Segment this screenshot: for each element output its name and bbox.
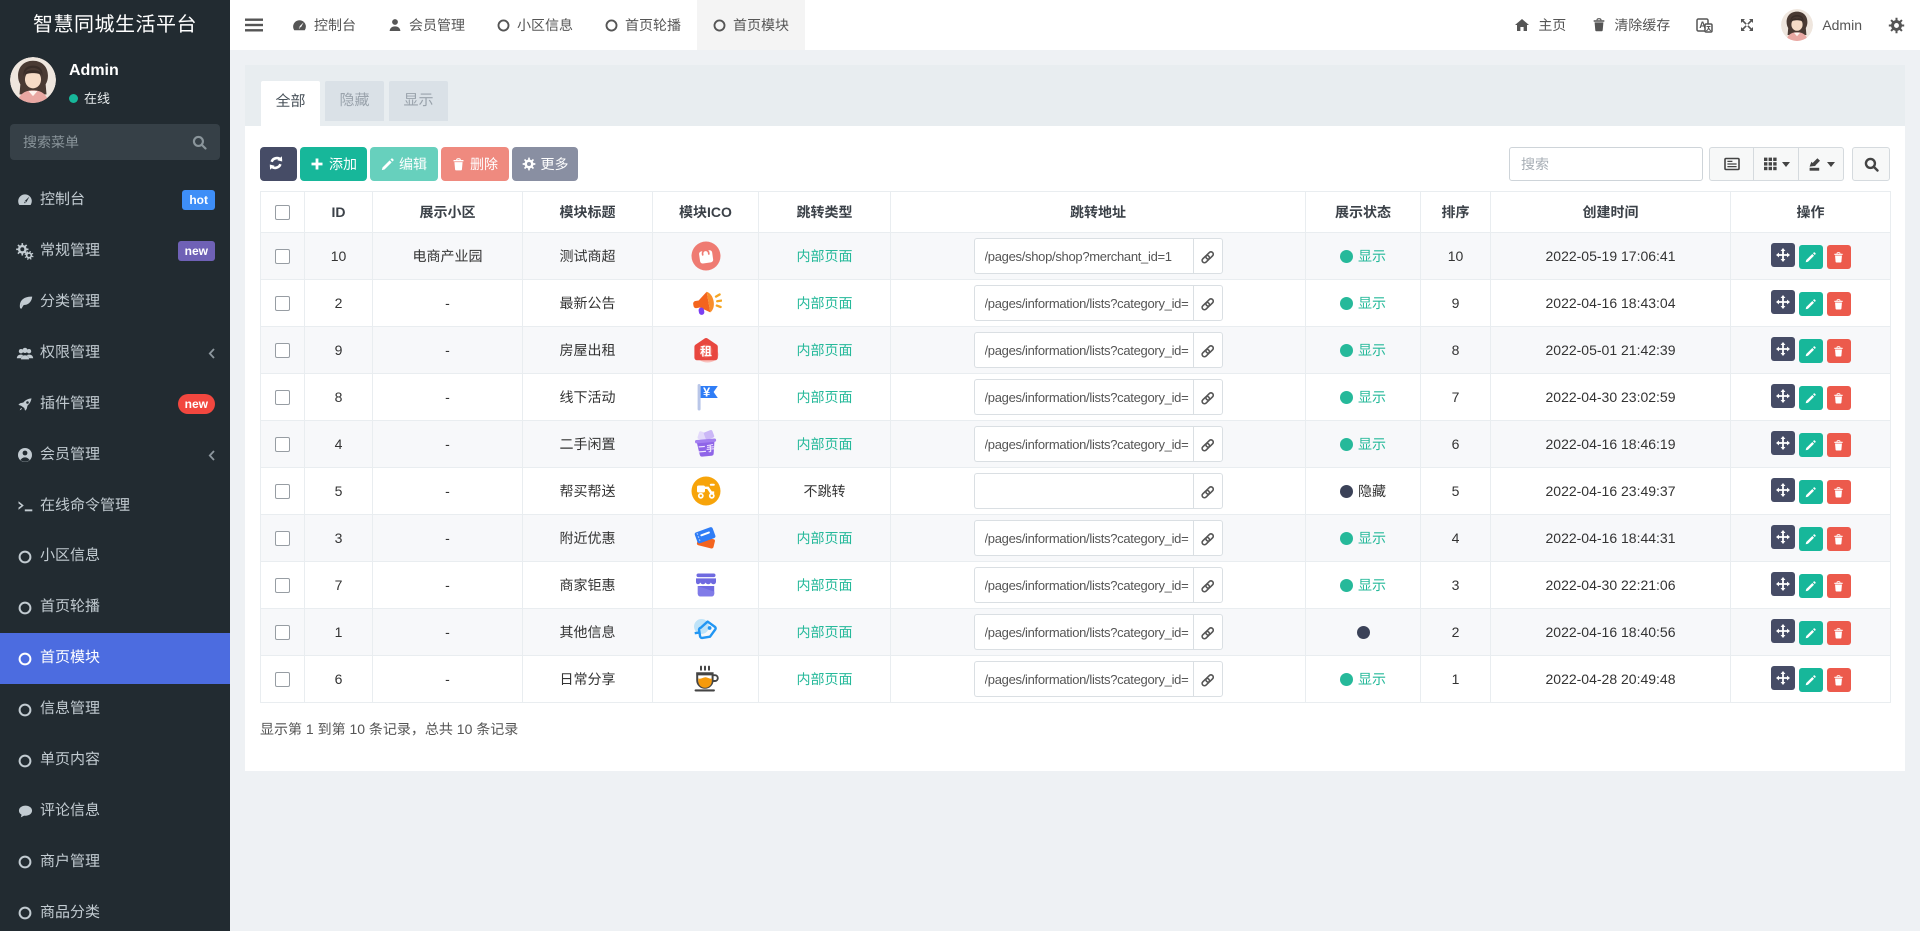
svg-text:租: 租 — [699, 343, 711, 360]
svg-text:二手: 二手 — [697, 442, 715, 455]
svg-text:¥: ¥ — [702, 385, 710, 400]
